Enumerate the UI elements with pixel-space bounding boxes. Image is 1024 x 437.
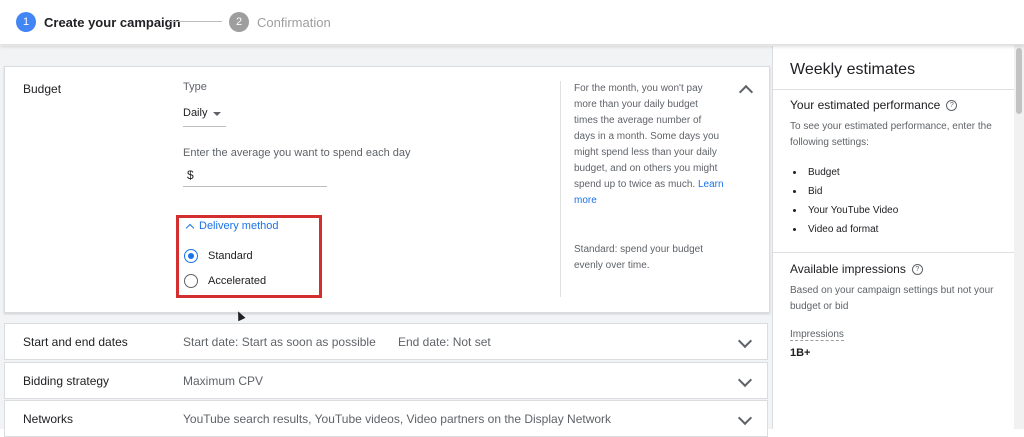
performance-heading: Your estimated performance ? xyxy=(790,98,958,112)
currency-symbol: $ xyxy=(187,168,194,182)
impressions-heading: Available impressions ? xyxy=(790,262,923,276)
estimates-divider xyxy=(773,89,1015,90)
list-item: Your YouTube Video xyxy=(790,201,898,220)
delivery-option-accelerated[interactable]: Accelerated xyxy=(184,274,266,288)
impressions-heading-text: Available impressions xyxy=(790,262,906,276)
budget-type-value: Daily xyxy=(183,107,208,119)
expand-networks-icon[interactable] xyxy=(737,410,753,426)
standard-help-text: Standard: spend your budget evenly over … xyxy=(574,244,703,271)
collapse-budget-icon[interactable] xyxy=(738,84,754,100)
type-label: Type xyxy=(183,81,207,93)
step-1-number: 1 xyxy=(16,12,36,32)
stepper-connector xyxy=(170,21,222,22)
impressions-label: Impressions xyxy=(790,329,844,341)
step-2-number: 2 xyxy=(229,12,249,32)
bidding-title: Bidding strategy xyxy=(23,374,110,388)
bidding-value: Maximum CPV xyxy=(183,374,264,388)
performance-heading-text: Your estimated performance xyxy=(790,98,941,112)
impressions-text: Based on your campaign settings but not … xyxy=(790,285,994,312)
dates-title: Start and end dates xyxy=(23,335,128,349)
delivery-method-label: Delivery method xyxy=(199,220,279,232)
delivery-method-toggle[interactable]: Delivery method xyxy=(185,220,279,232)
expand-bidding-icon[interactable] xyxy=(737,372,753,388)
budget-help-text: For the month, you won't pay more than y… xyxy=(574,81,724,209)
estimates-title: Weekly estimates xyxy=(790,61,916,78)
help-icon[interactable]: ? xyxy=(946,99,958,111)
chevron-up-icon xyxy=(185,223,195,232)
step-2-label: Confirmation xyxy=(257,14,331,30)
list-item: Budget xyxy=(790,163,898,182)
weekly-estimates-panel: Weekly estimates Your estimated performa… xyxy=(772,46,1015,429)
performance-text: To see your estimated performance, enter… xyxy=(790,121,992,148)
delivery-option-standard[interactable]: Standard xyxy=(184,249,253,263)
radio-standard[interactable] xyxy=(184,249,198,263)
budget-type-dropdown[interactable]: Daily xyxy=(183,107,226,127)
networks-value: YouTube search results, YouTube videos, … xyxy=(183,412,612,426)
daily-budget-input[interactable]: $ xyxy=(183,168,327,187)
list-item: Video ad format xyxy=(790,220,898,239)
campaign-stepper: 1 Create your campaign 2 Confirmation xyxy=(0,0,1024,45)
networks-title: Networks xyxy=(23,412,74,426)
networks-row[interactable]: Networks YouTube search results, YouTube… xyxy=(4,400,768,437)
step-1-label: Create your campaign xyxy=(44,14,181,30)
start-date-text: Start date: Start as soon as possible xyxy=(183,335,376,349)
bidding-strategy-row[interactable]: Bidding strategy Maximum CPV xyxy=(4,362,768,399)
radio-accelerated[interactable] xyxy=(184,274,198,288)
mouse-cursor-icon xyxy=(234,309,246,322)
page-scrollbar[interactable] xyxy=(1014,44,1024,429)
scrollbar-thumb[interactable] xyxy=(1016,48,1022,114)
start-end-dates-row[interactable]: Start and end dates Start date: Start as… xyxy=(4,323,768,360)
help-icon[interactable]: ? xyxy=(911,263,923,275)
list-item: Bid xyxy=(790,182,898,201)
amount-prompt: Enter the average you want to spend each… xyxy=(183,147,411,159)
standard-label: Standard xyxy=(208,250,253,262)
impressions-value: 1B+ xyxy=(790,347,811,359)
impressions-divider xyxy=(773,252,1015,253)
budget-help-body: For the month, you won't pay more than y… xyxy=(574,83,720,190)
accelerated-label: Accelerated xyxy=(208,275,267,287)
help-divider xyxy=(560,81,561,297)
step-confirmation[interactable]: 2 Confirmation xyxy=(229,11,331,33)
step-create-campaign[interactable]: 1 Create your campaign xyxy=(16,11,181,33)
dropdown-arrow-icon xyxy=(213,112,222,116)
budget-title: Budget xyxy=(23,82,62,96)
campaign-settings-panel: Budget Type Daily Enter the average you … xyxy=(0,46,772,437)
budget-section: Budget Type Daily Enter the average you … xyxy=(4,66,770,322)
expand-dates-icon[interactable] xyxy=(737,333,753,349)
end-date-text: End date: Not set xyxy=(398,335,491,349)
required-settings-list: Budget Bid Your YouTube Video Video ad f… xyxy=(790,163,898,239)
